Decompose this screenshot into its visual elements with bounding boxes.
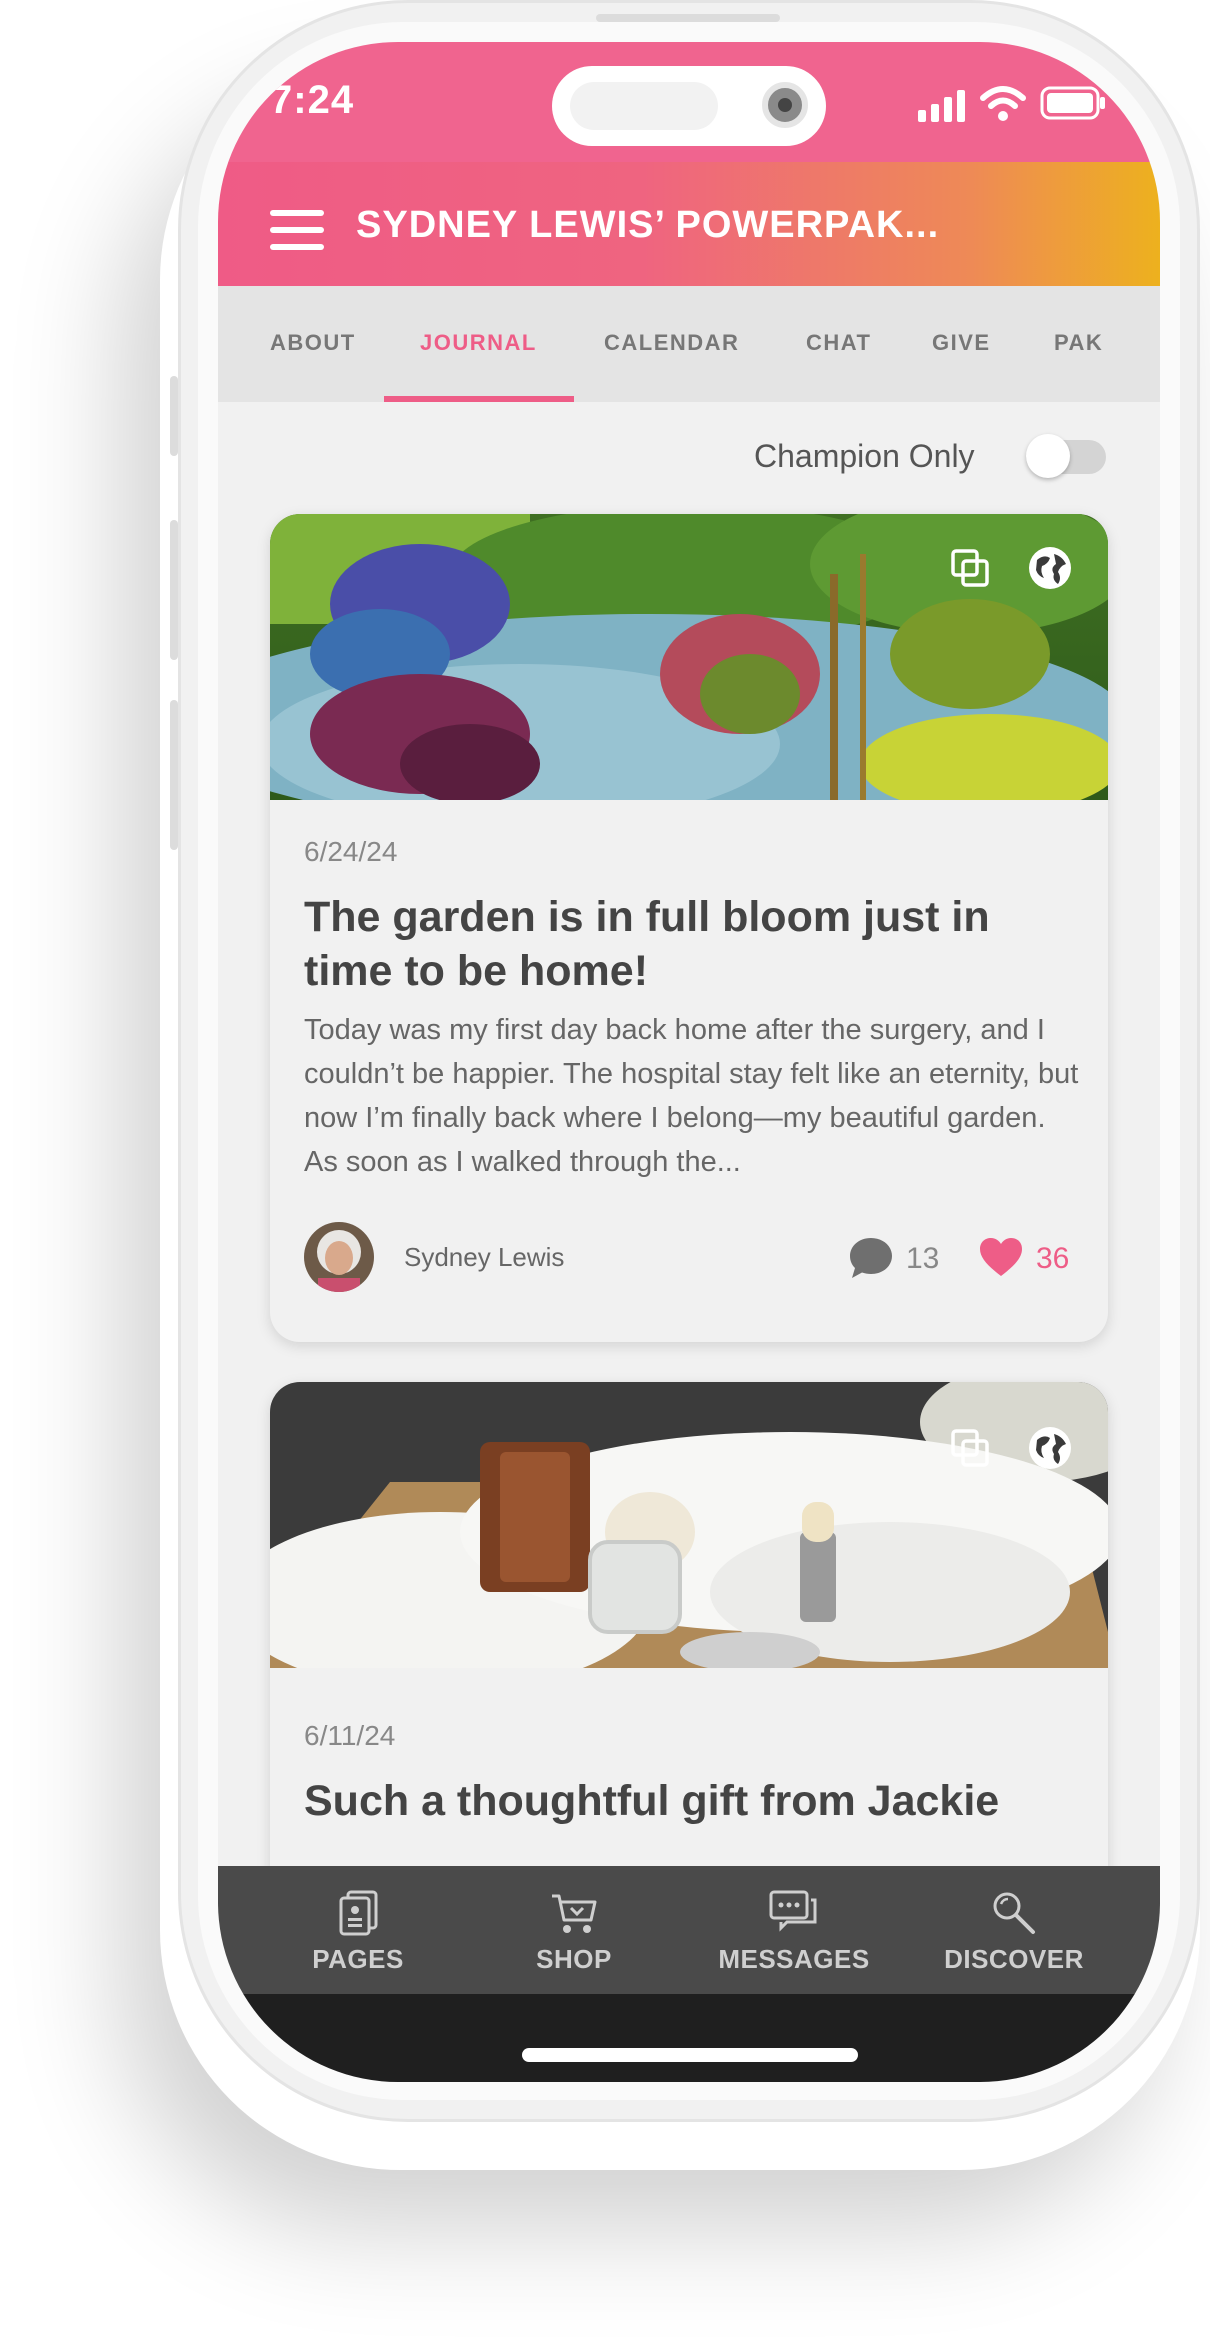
like-count: 36 xyxy=(1036,1242,1070,1275)
pages-icon xyxy=(339,1890,378,1936)
nav-discover-label: DISCOVER xyxy=(944,1944,1084,1974)
nav-pages[interactable]: PAGES xyxy=(248,1866,468,1994)
post-title[interactable]: Such a thoughtful gift from Jackie xyxy=(304,1774,1044,1828)
tab-about[interactable]: ABOUT xyxy=(270,330,356,356)
top-button xyxy=(596,14,780,22)
tab-give[interactable]: GIVE xyxy=(932,330,991,356)
post-author[interactable]: Sydney Lewis xyxy=(404,1242,564,1273)
app-title: SYDNEY LEWIS’ POWERPAK... xyxy=(356,204,940,246)
discover-icon xyxy=(993,1892,1035,1934)
tab-pak[interactable]: PAK xyxy=(1054,330,1103,356)
comment-count: 13 xyxy=(906,1242,940,1275)
champion-only-label: Champion Only xyxy=(754,438,975,474)
journal-post-card[interactable]: 6/24/24 The garden is in full bloom just… xyxy=(270,514,1108,1342)
cart-icon xyxy=(552,1894,597,1933)
post-excerpt: Today was my first day back home after t… xyxy=(304,1014,1079,1178)
wifi-icon xyxy=(980,86,1026,121)
volume-up-button xyxy=(170,520,178,660)
phone-screen: 7:24 SYDNEY LEWIS’ POWERPAK... ABOUT JOU… xyxy=(218,42,1160,2082)
nav-discover[interactable]: DISCOVER xyxy=(904,1866,1124,1994)
copy-icon[interactable] xyxy=(950,1428,990,1468)
spa-basket-photo xyxy=(270,1382,1108,1668)
globe-icon[interactable] xyxy=(1028,1426,1072,1470)
volume-down-button xyxy=(170,700,178,850)
journal-post-card[interactable]: 6/11/24 Such a thoughtful gift from Jack… xyxy=(270,1382,1108,1942)
camera-lens xyxy=(778,98,792,112)
globe-icon[interactable] xyxy=(1028,546,1072,590)
tab-chat[interactable]: CHAT xyxy=(806,330,871,356)
post-title[interactable]: The garden is in full bloom just in time… xyxy=(304,890,1044,998)
side-button xyxy=(170,376,178,456)
island-pill xyxy=(570,82,718,130)
menu-icon[interactable] xyxy=(270,210,326,250)
messages-icon xyxy=(769,1890,817,1932)
comment-icon[interactable] xyxy=(848,1236,894,1280)
nav-shop[interactable]: SHOP xyxy=(464,1866,684,1994)
toggle-knob[interactable] xyxy=(1026,434,1070,478)
nav-pages-label: PAGES xyxy=(312,1944,404,1974)
nav-messages[interactable]: MESSAGES xyxy=(684,1866,904,1994)
copy-icon[interactable] xyxy=(950,548,990,588)
tab-calendar[interactable]: CALENDAR xyxy=(604,330,739,356)
tab-journal[interactable]: JOURNAL xyxy=(420,330,537,356)
home-indicator[interactable] xyxy=(522,2048,858,2062)
status-time: 7:24 xyxy=(270,78,355,122)
nav-messages-label: MESSAGES xyxy=(718,1944,870,1974)
battery-icon xyxy=(1040,86,1105,120)
cellular-signal-icon xyxy=(918,90,965,122)
nav-shop-label: SHOP xyxy=(536,1944,612,1974)
post-date: 6/11/24 xyxy=(304,1720,396,1751)
home-indicator-area xyxy=(218,1994,1160,2082)
post-date: 6/24/24 xyxy=(304,836,398,867)
avatar[interactable] xyxy=(304,1222,374,1292)
active-tab-indicator xyxy=(384,396,574,402)
heart-icon[interactable] xyxy=(978,1236,1024,1278)
